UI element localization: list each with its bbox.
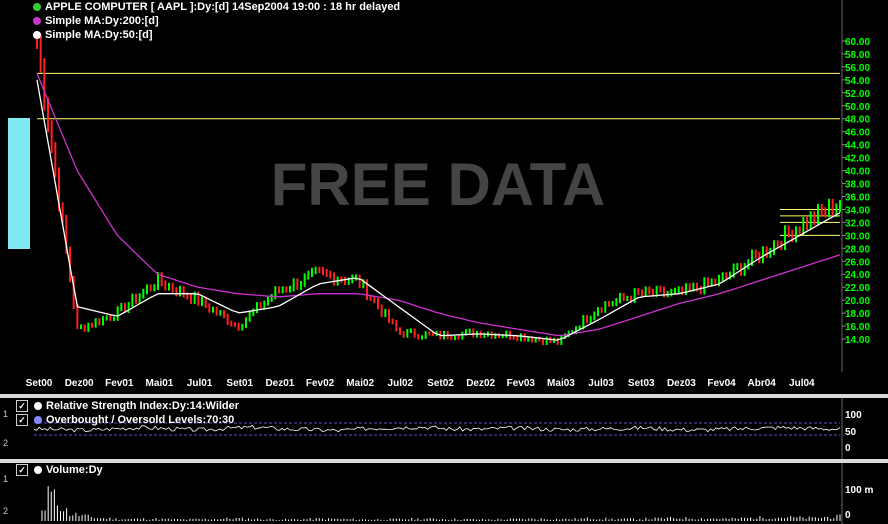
watermark-text: FREE DATA	[271, 151, 605, 218]
y-tick-label: 36.00	[845, 192, 870, 203]
x-tick-label: Jul04	[789, 378, 815, 389]
volume-label: Volume:Dy	[46, 464, 103, 476]
x-tick-label: Dez02	[466, 378, 495, 389]
y-tick-label: 40.00	[845, 167, 870, 178]
y-tick-label: 26.00	[845, 257, 870, 268]
y-tick-label: 30.00	[845, 231, 870, 242]
y-tick-label: 48.00	[845, 115, 870, 126]
x-tick-label: Dez00	[65, 378, 94, 389]
main-legend: APPLE COMPUTER [ AAPL ]:Dy:[d] 14Sep2004…	[33, 0, 400, 42]
levels-label: Overbought / Oversold Levels:70:30	[46, 414, 235, 426]
x-tick-label: Fev01	[105, 378, 134, 389]
legend-ma50-row: Simple MA:Dy:50:[d]	[33, 28, 400, 42]
volume-tick-label: 0	[845, 510, 851, 521]
x-tick-label: Set01	[226, 378, 253, 389]
volume-pane-number-top: 1	[3, 474, 9, 484]
legend-ma200: Simple MA:Dy:200:[d]	[45, 15, 159, 27]
volume-dot-icon	[34, 466, 42, 474]
y-tick-label: 38.00	[845, 180, 870, 191]
y-tick-label: 34.00	[845, 205, 870, 216]
y-tick-label: 54.00	[845, 76, 870, 87]
volume-legend-row: ✓ Volume:Dy	[16, 463, 103, 477]
rsi-dot-icon	[34, 402, 42, 410]
x-tick-label: Jul03	[588, 378, 614, 389]
rsi-legend: ✓ Relative Strength Index:Dy:14:Wilder ✓…	[16, 399, 239, 427]
volume-legend: ✓ Volume:Dy	[16, 463, 103, 477]
legend-ma200-dot-icon	[33, 17, 41, 25]
y-tick-label: 24.00	[845, 270, 870, 281]
x-tick-label: Set03	[628, 378, 655, 389]
x-tick-label: Mai01	[146, 378, 174, 389]
y-tick-label: 16.00	[845, 322, 870, 333]
x-tick-label: Abr04	[748, 378, 777, 389]
rsi-checkbox[interactable]: ✓	[16, 400, 28, 412]
legend-ma50-dot-icon	[33, 31, 41, 39]
x-tick-label: Mai02	[346, 378, 374, 389]
legend-title-row: APPLE COMPUTER [ AAPL ]:Dy:[d] 14Sep2004…	[33, 0, 400, 14]
volume-pane-number-bottom: 2	[3, 506, 9, 516]
x-tick-label: Fev04	[707, 378, 736, 389]
rsi-tick-label: 0	[845, 443, 851, 454]
x-tick-label: Dez01	[265, 378, 294, 389]
levels-legend-row: ✓ Overbought / Oversold Levels:70:30	[16, 413, 239, 427]
y-tick-label: 60.00	[845, 37, 870, 48]
rsi-label: Relative Strength Index:Dy:14:Wilder	[46, 400, 240, 412]
rsi-tick-label: 100	[845, 410, 862, 421]
y-tick-label: 28.00	[845, 244, 870, 255]
levels-dot-icon	[34, 416, 42, 424]
volume-chart: 100 m 0	[41, 463, 873, 524]
volume-tick-label: 100 m	[845, 485, 873, 496]
x-tick-label: Jul02	[388, 378, 414, 389]
y-tick-label: 50.00	[845, 102, 870, 113]
y-tick-label: 46.00	[845, 128, 870, 139]
highlight-marker	[8, 118, 30, 249]
y-tick-label: 18.00	[845, 309, 870, 320]
rsi-tick-label: 50	[845, 427, 857, 438]
y-tick-label: 44.00	[845, 141, 870, 152]
y-tick-label: 20.00	[845, 296, 870, 307]
x-tick-label: Fev03	[507, 378, 536, 389]
y-tick-label: 14.00	[845, 335, 870, 346]
legend-ma50: Simple MA:Dy:50:[d]	[45, 29, 153, 41]
x-tick-label: Mai03	[547, 378, 575, 389]
x-tick-label: Set00	[26, 378, 53, 389]
y-tick-label: 42.00	[845, 154, 870, 165]
legend-title-dot-icon	[33, 3, 41, 11]
levels-checkbox[interactable]: ✓	[16, 414, 28, 426]
x-tick-label: Dez03	[667, 378, 696, 389]
rsi-legend-row: ✓ Relative Strength Index:Dy:14:Wilder	[16, 399, 239, 413]
rsi-pane-number-top: 1	[3, 409, 9, 419]
y-tick-label: 56.00	[845, 63, 870, 74]
y-tick-label: 52.00	[845, 89, 870, 100]
x-tick-label: Fev02	[306, 378, 335, 389]
y-tick-label: 32.00	[845, 218, 870, 229]
volume-checkbox[interactable]: ✓	[16, 464, 28, 476]
price-chart: FREE DATA 14.00 16.00 18.00 20.00 22.00 24.00 2…	[8, 0, 870, 389]
rsi-pane-number-bottom: 2	[3, 438, 9, 448]
y-tick-label: 22.00	[845, 283, 870, 294]
x-tick-label: Set02	[427, 378, 454, 389]
legend-title: APPLE COMPUTER [ AAPL ]:Dy:[d] 14Sep2004…	[45, 1, 401, 13]
y-tick-label: 58.00	[845, 50, 870, 61]
x-tick-label: Jul01	[187, 378, 213, 389]
legend-ma200-row: Simple MA:Dy:200:[d]	[33, 14, 400, 28]
